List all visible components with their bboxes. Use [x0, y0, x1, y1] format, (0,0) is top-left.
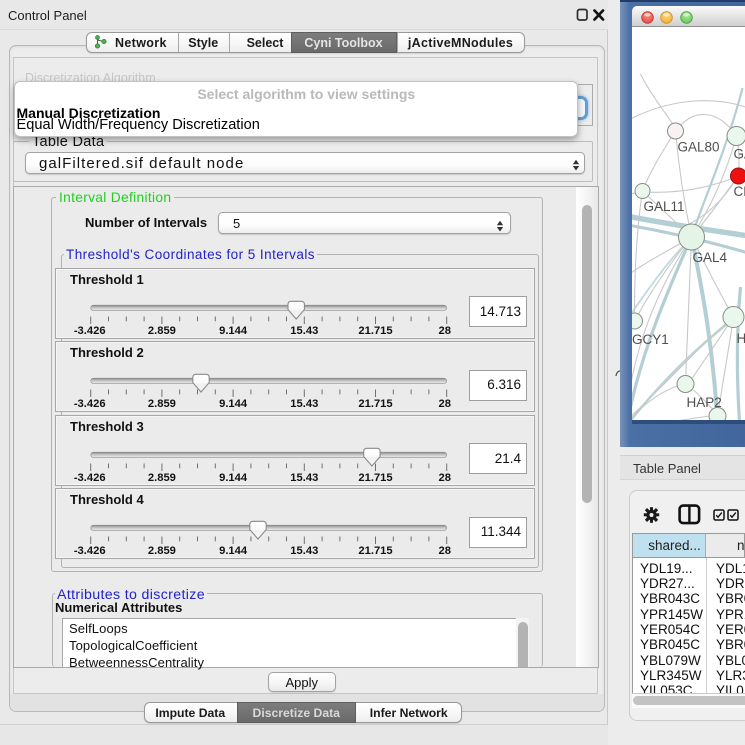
svg-text:28: 28: [439, 472, 451, 484]
svg-text:-3.426: -3.426: [74, 545, 106, 557]
svg-text:HAP2: HAP2: [686, 395, 721, 410]
svg-text:21.715: 21.715: [359, 472, 393, 484]
svg-text:15.43: 15.43: [291, 472, 319, 484]
svg-text:2.859: 2.859: [148, 398, 176, 410]
svg-text:2.859: 2.859: [148, 325, 176, 337]
svg-text:GAL11: GAL11: [643, 199, 684, 214]
svg-text:15.43: 15.43: [291, 545, 319, 557]
svg-text:28: 28: [439, 545, 451, 557]
svg-text:9.144: 9.144: [219, 398, 248, 410]
svg-text:HIS: HIS: [736, 331, 745, 346]
svg-text:15.43: 15.43: [291, 325, 319, 337]
svg-text:GAL4: GAL4: [692, 250, 727, 265]
svg-text:9.144: 9.144: [219, 545, 248, 557]
svg-text:21.715: 21.715: [359, 545, 393, 557]
svg-text:9.144: 9.144: [219, 325, 248, 337]
svg-text:15.43: 15.43: [291, 398, 319, 410]
svg-text:GCY1: GCY1: [632, 332, 669, 347]
svg-text:28: 28: [439, 325, 451, 337]
svg-text:2.859: 2.859: [148, 545, 176, 557]
svg-text:-3.426: -3.426: [74, 398, 106, 410]
svg-text:CR: CR: [733, 184, 745, 199]
svg-text:9.144: 9.144: [219, 472, 248, 484]
svg-text:21.715: 21.715: [359, 325, 393, 337]
svg-text:GAL80: GAL80: [677, 140, 719, 155]
svg-text:21.715: 21.715: [359, 398, 393, 410]
svg-text:-3.426: -3.426: [74, 472, 106, 484]
svg-text:GAL: GAL: [733, 147, 745, 162]
svg-text:28: 28: [439, 398, 451, 410]
svg-text:2.859: 2.859: [148, 472, 176, 484]
svg-text:-3.426: -3.426: [74, 325, 106, 337]
